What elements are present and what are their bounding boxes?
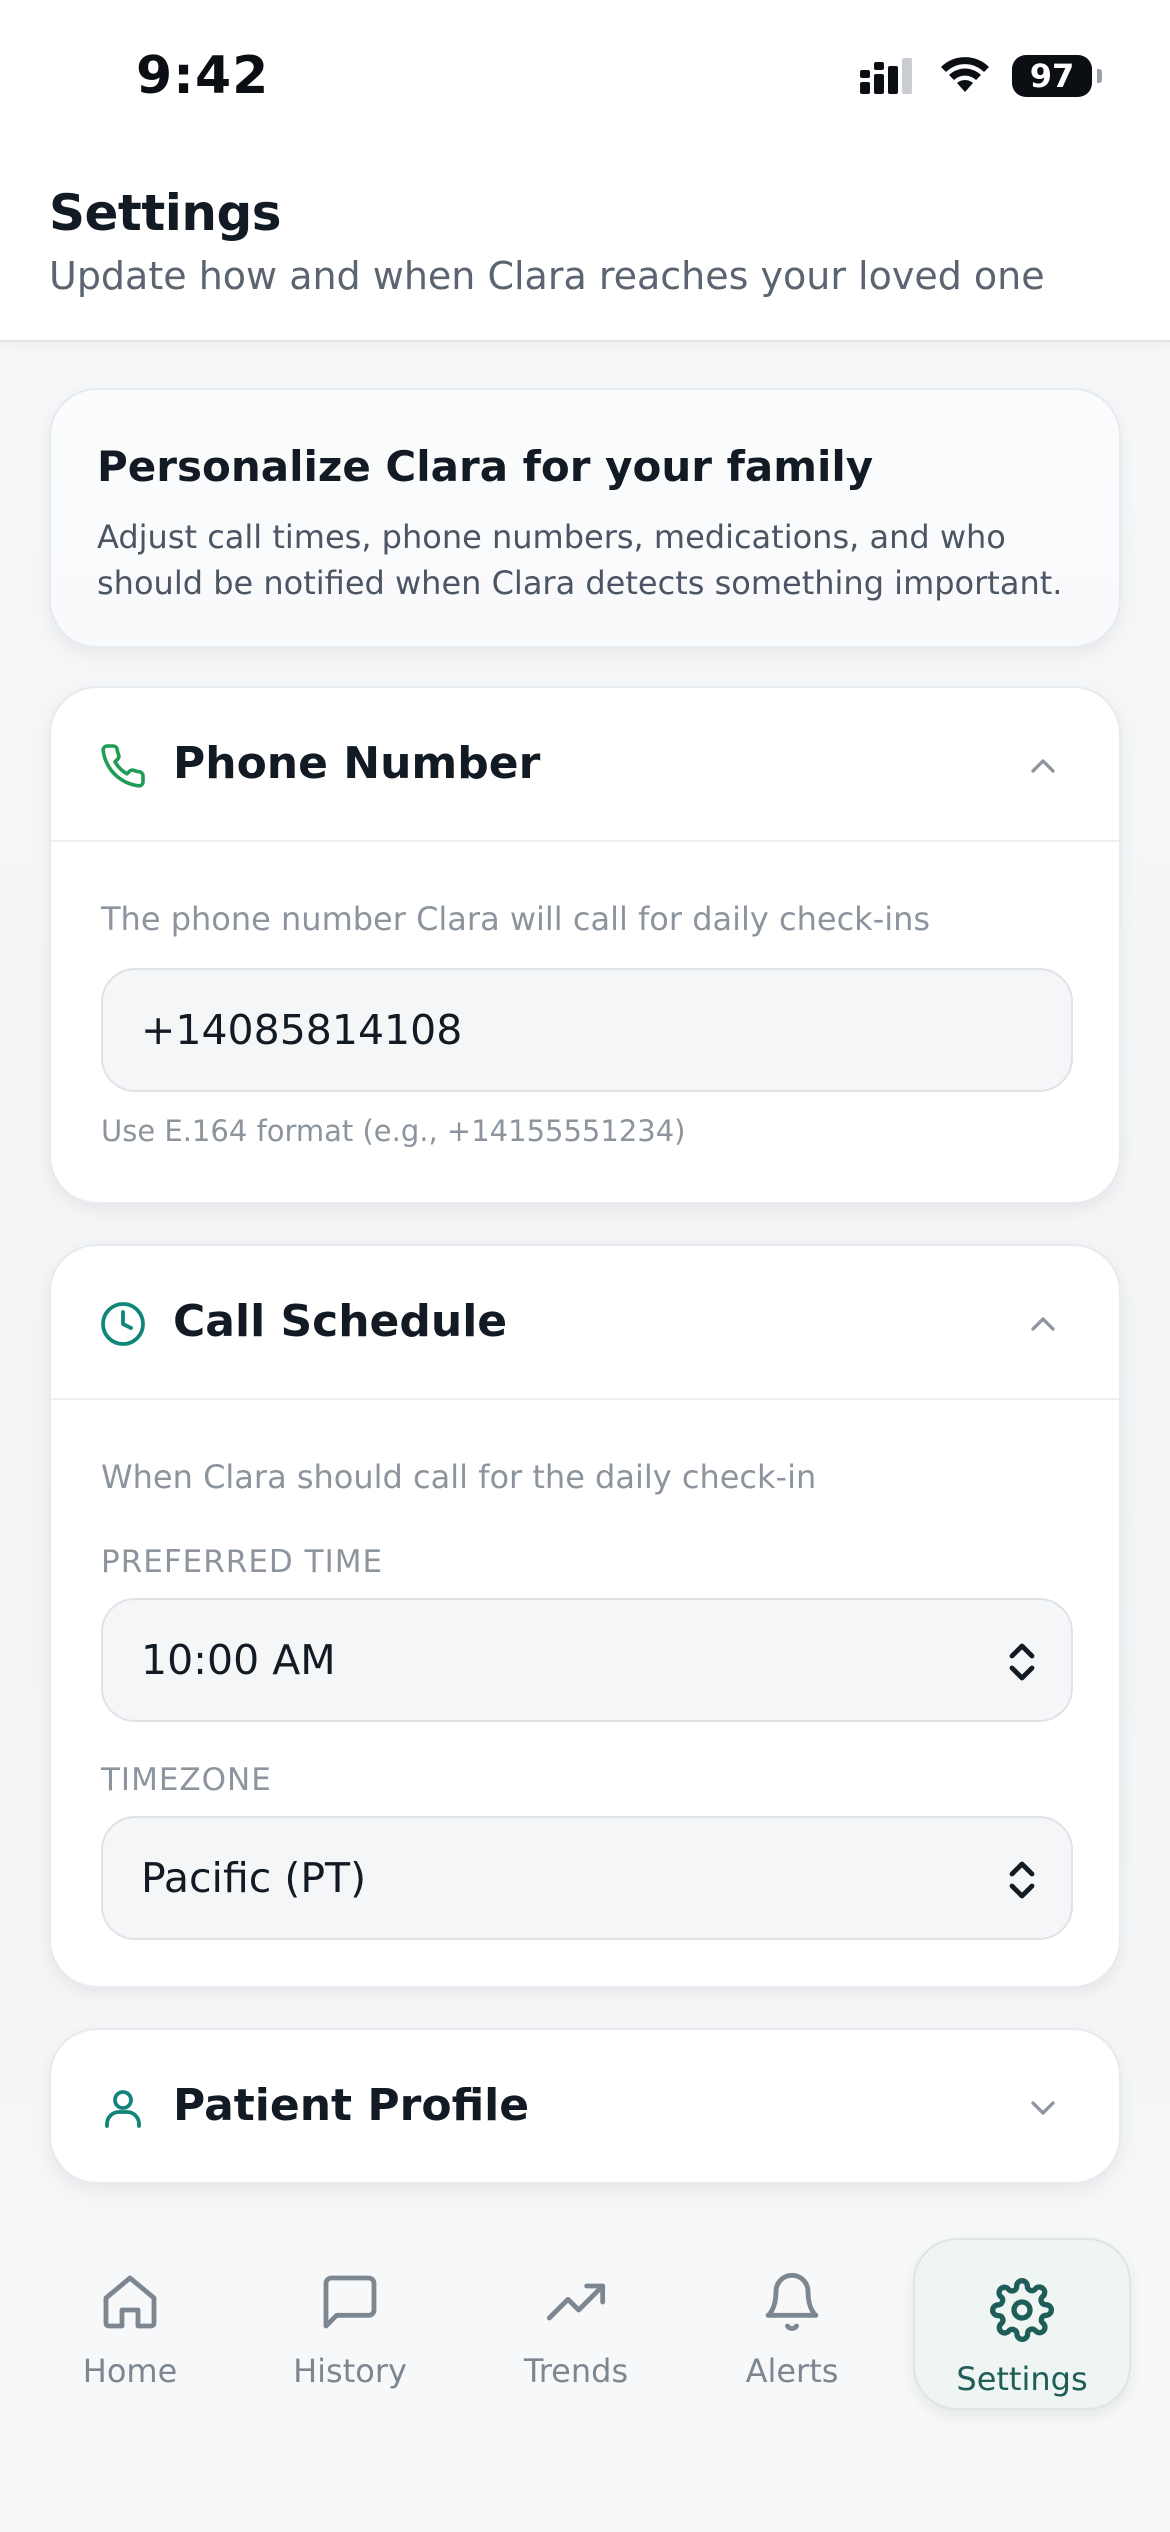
intro-card: Personalize Clara for your family Adjust… [49, 388, 1121, 648]
preferred-time-label: PREFERRED TIME [101, 1544, 384, 1580]
gear-icon [990, 2278, 1054, 2342]
chevron-down-icon[interactable] [1023, 2088, 1063, 2128]
cellular-signal-icon [860, 58, 912, 94]
patient-section-header[interactable]: Patient Profile [51, 2030, 1119, 2184]
schedule-description: When Clara should call for the daily che… [101, 1458, 817, 1496]
nav-history[interactable]: History [280, 2222, 420, 2412]
phone-icon [101, 744, 145, 788]
phone-number-section: Phone Number The phone number Clara will… [49, 686, 1121, 1204]
intro-body: Adjust call times, phone numbers, medica… [97, 518, 1063, 602]
call-schedule-section: Call Schedule When Clara should call for… [49, 1244, 1121, 1988]
nav-alerts-label: Alerts [745, 2352, 839, 2390]
chevron-up-icon[interactable] [1023, 746, 1063, 786]
nav-history-label: History [293, 2352, 407, 2390]
status-icons: 97 [858, 55, 1102, 97]
select-updown-icon [1009, 1861, 1035, 1899]
preferred-time-select[interactable]: 10:00 AM [101, 1598, 1073, 1722]
schedule-section-title: Call Schedule [173, 1296, 508, 1347]
user-icon [105, 2090, 141, 2128]
patient-section-title: Patient Profile [173, 2080, 530, 2131]
patient-profile-section: Patient Profile [49, 2028, 1121, 2184]
schedule-section-header[interactable]: Call Schedule [51, 1246, 1119, 1400]
timezone-value: Pacific (PT) [141, 1854, 367, 1902]
wifi-icon [941, 57, 989, 92]
home-icon [103, 2275, 157, 2329]
phone-number-value: +14085814108 [141, 1006, 463, 1054]
timezone-select[interactable]: Pacific (PT) [101, 1816, 1073, 1940]
phone-section-header[interactable]: Phone Number [51, 688, 1119, 842]
phone-number-input[interactable]: +14085814108 [101, 968, 1073, 1092]
phone-description: The phone number Clara will call for dai… [101, 900, 931, 938]
clock-icon [101, 1302, 145, 1346]
bell-icon [765, 2272, 819, 2331]
page-title: Settings [49, 184, 282, 242]
status-bar: 9:42 97 [0, 0, 1170, 150]
page-header: Settings Update how and when Clara reach… [0, 150, 1170, 342]
trending-up-icon [546, 2283, 606, 2321]
page-subtitle: Update how and when Clara reaches your l… [49, 254, 1045, 298]
phone-format-hint: Use E.164 format (e.g., +14155551234) [101, 1114, 686, 1148]
nav-trends-label: Trends [523, 2352, 629, 2390]
message-square-icon [323, 2275, 377, 2329]
settings-screen: 9:42 97 Settings Update how and when Cla… [0, 0, 1170, 2532]
phone-section-title: Phone Number [173, 738, 541, 789]
preferred-time-value: 10:00 AM [141, 1636, 336, 1684]
status-time: 9:42 [136, 46, 270, 106]
select-updown-icon [1009, 1643, 1035, 1681]
nav-settings[interactable]: Settings [913, 2238, 1131, 2410]
nav-alerts[interactable]: Alerts [722, 2222, 862, 2412]
timezone-label: TIMEZONE [101, 1762, 272, 1798]
bottom-nav: Home History Trends Alerts Settings [0, 2222, 1170, 2532]
nav-trends[interactable]: Trends [506, 2222, 646, 2412]
nav-home-label: Home [82, 2352, 178, 2390]
nav-home[interactable]: Home [60, 2222, 200, 2412]
intro-title: Personalize Clara for your family [97, 442, 874, 491]
nav-settings-label: Settings [956, 2360, 1088, 2398]
battery-indicator: 97 [1012, 55, 1102, 97]
chevron-up-icon[interactable] [1023, 1304, 1063, 1344]
